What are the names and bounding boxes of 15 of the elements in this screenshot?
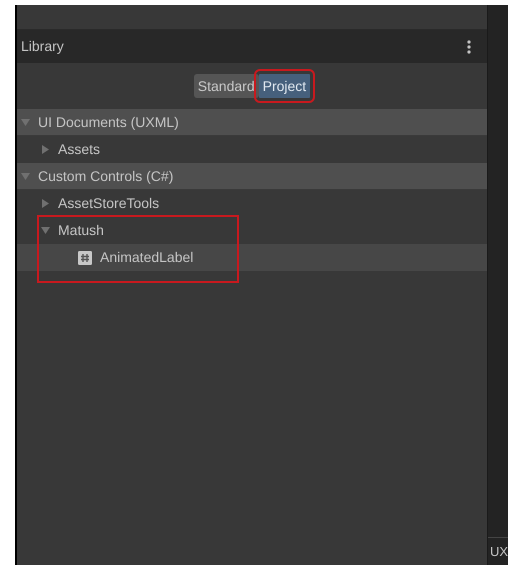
script-icon [78,250,92,264]
tab[interactable]: Project [258,74,310,98]
expanded-arrow-icon[interactable] [21,172,30,180]
side-panel-label: UX [489,542,508,561]
panel-title: Library [21,37,64,56]
expanded-arrow-icon[interactable] [41,226,50,235]
tab[interactable]: Standard [194,74,259,98]
more-options-icon[interactable] [467,40,471,54]
tree-item[interactable]: Matush [58,220,104,241]
tree-item[interactable]: Assets [58,139,100,160]
collapsed-arrow-icon[interactable] [41,199,50,208]
collapsed-arrow-icon[interactable] [41,145,50,154]
tree-item[interactable]: AssetStoreTools [58,193,160,214]
tree-item[interactable]: AnimatedLabel [100,247,194,268]
expanded-arrow-icon[interactable] [21,118,30,126]
